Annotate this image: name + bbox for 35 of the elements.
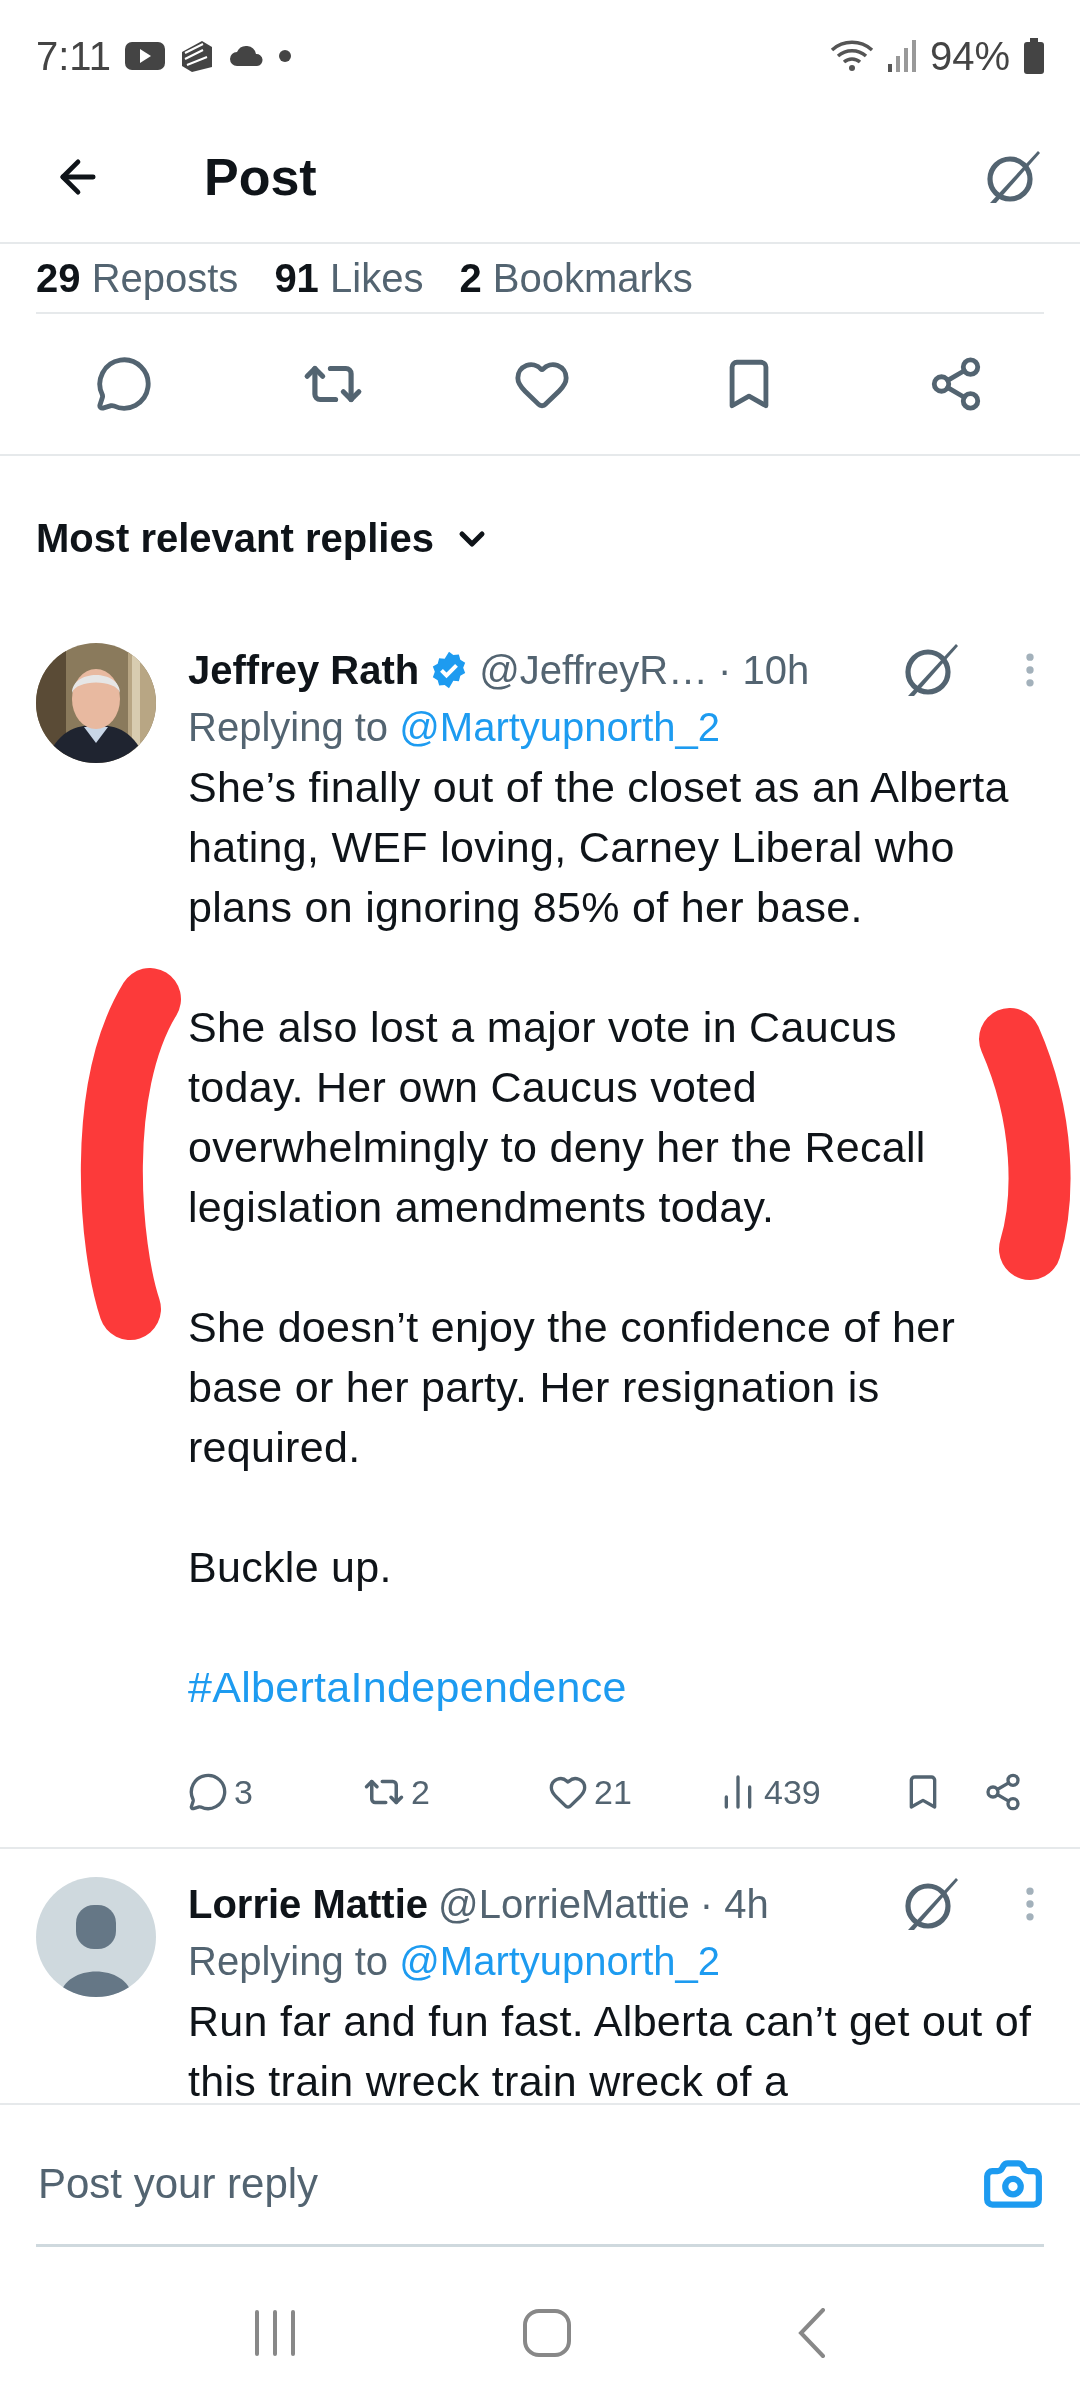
repost-count-button[interactable]: 2 xyxy=(363,1771,548,1813)
reply-text: She also lost a major vote in Caucus today. Her own Caucus voted overwhelmingly to deny her the Recall legislation amendments today. xyxy=(188,1002,927,1233)
replies-sort-dropdown[interactable]: Most relevant replies xyxy=(36,516,492,561)
replying-label: Replying to xyxy=(188,705,389,749)
signal-icon xyxy=(887,40,916,72)
status-time: 7:11 xyxy=(36,33,111,79)
author-handle: @LorrieMattie xyxy=(438,1881,690,1927)
notification-dot-icon xyxy=(278,50,291,62)
reply-icon xyxy=(188,1772,228,1812)
reply-text: She doesn’t enjoy the confidence of her base or her party. Her resignation is required. xyxy=(188,1302,957,1473)
author-handle: @JeffreyR… xyxy=(479,647,708,693)
like-count-button[interactable]: 21 xyxy=(548,1772,718,1812)
reply-text: Buckle up. xyxy=(188,1542,393,1593)
author-name[interactable]: Lorrie Mattie xyxy=(188,1881,429,1927)
replying-label: Replying to xyxy=(188,1939,389,1983)
home-icon[interactable] xyxy=(523,2308,571,2357)
reply-count-button[interactable]: 3 xyxy=(188,1772,363,1812)
reply-button[interactable] xyxy=(94,355,153,413)
video-play-icon xyxy=(124,42,165,70)
cloud-icon xyxy=(228,44,265,68)
post-stat[interactable]: 2 Bookmarks xyxy=(459,255,693,301)
reply-text: Run far and fun fast. Alberta can’t get out of this train wreck train wreck of a xyxy=(188,1996,1033,2103)
battery-icon xyxy=(1024,38,1044,74)
page-title: Post xyxy=(204,147,318,207)
post-time: · 4h xyxy=(699,1881,769,1927)
recent-apps-icon[interactable] xyxy=(253,2309,297,2356)
battery-percent: 94% xyxy=(929,33,1010,79)
author-name[interactable]: Jeffrey Rath xyxy=(188,647,420,693)
wifi-icon xyxy=(829,38,874,74)
reply-text: She’s finally out of the closet as an Alberta hating, WEF loving, Carney Liberal who plans on ignoring 85% of her base. xyxy=(188,762,1010,933)
post-time: · 10h xyxy=(718,647,810,693)
views-count-button[interactable]: 439 xyxy=(718,1772,903,1812)
back-nav-icon[interactable] xyxy=(797,2307,827,2358)
post-stat[interactable]: 91 Likes xyxy=(274,255,424,301)
post-stat[interactable]: 29 Reposts xyxy=(36,255,239,301)
